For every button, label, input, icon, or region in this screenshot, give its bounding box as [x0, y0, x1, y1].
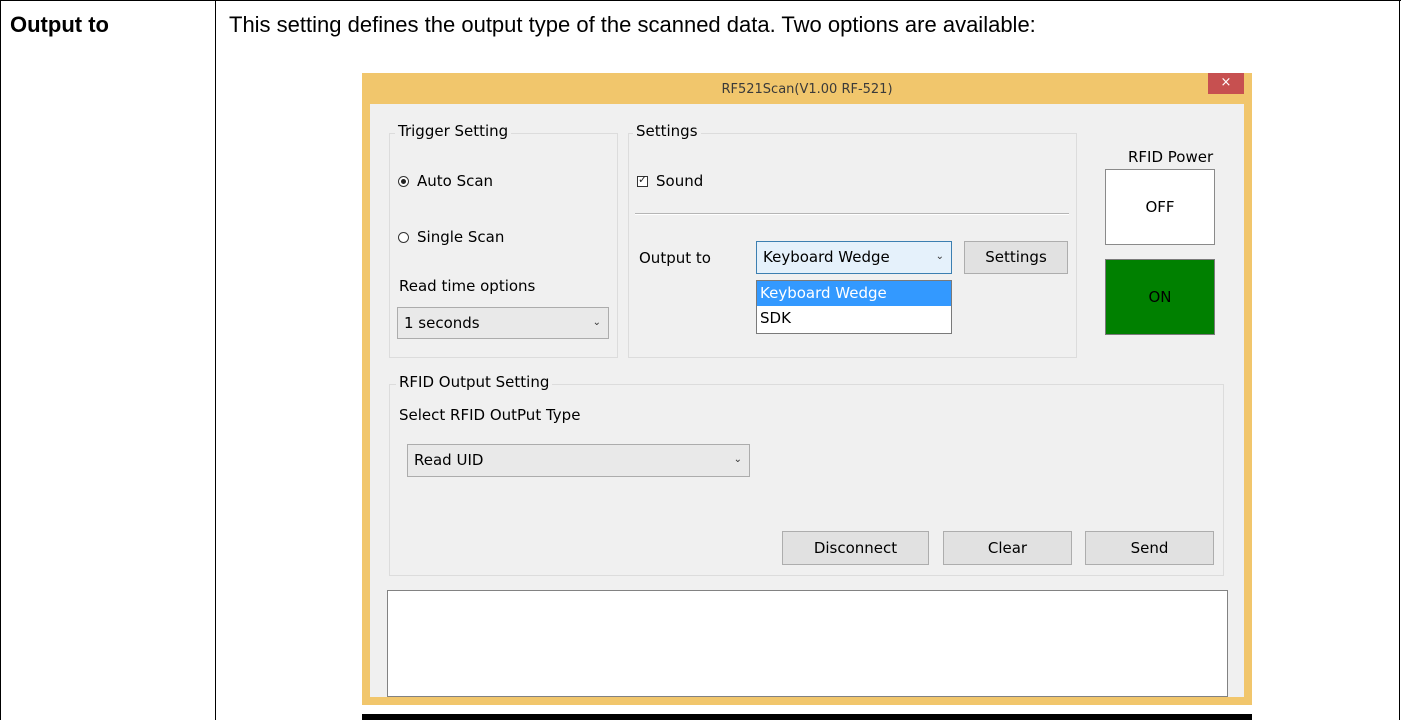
radio-unselected-icon — [398, 232, 409, 243]
sound-label: Sound — [656, 172, 704, 190]
output-to-select[interactable]: Keyboard Wedge ⌄ — [756, 241, 952, 274]
rfid-power-on-button[interactable]: ON — [1105, 259, 1215, 335]
row-label: Output to — [10, 12, 109, 37]
trigger-setting-title: Trigger Setting — [395, 122, 512, 140]
settings-separator — [635, 213, 1069, 215]
rfid-power-off-button[interactable]: OFF — [1105, 169, 1215, 245]
table-column-divider — [215, 0, 216, 720]
table-left-border — [0, 0, 1, 720]
single-scan-radio[interactable]: Single Scan — [398, 228, 504, 246]
dropdown-option-sdk[interactable]: SDK — [757, 306, 951, 331]
output-textarea[interactable] — [387, 590, 1228, 697]
chevron-down-icon: ⌄ — [935, 251, 944, 262]
chevron-down-icon: ⌄ — [592, 317, 601, 328]
sound-checkbox[interactable]: Sound — [637, 172, 703, 190]
read-time-value: 1 seconds — [404, 314, 480, 332]
disconnect-button[interactable]: Disconnect — [782, 531, 929, 565]
settings-group-title: Settings — [633, 122, 701, 140]
rfid-output-type-select[interactable]: Read UID ⌄ — [407, 444, 750, 477]
radio-selected-icon — [398, 176, 409, 187]
window-bottom-edge — [362, 714, 1252, 720]
output-to-label: Output to — [639, 249, 711, 267]
rfid-power-on-label: ON — [1148, 288, 1172, 306]
dropdown-option-keyboard-wedge[interactable]: Keyboard Wedge — [757, 281, 951, 306]
checkbox-checked-icon — [637, 173, 648, 187]
single-scan-label: Single Scan — [417, 228, 505, 246]
table-top-border — [0, 0, 1401, 1]
rfid-output-type-label: Select RFID OutPut Type — [399, 406, 581, 424]
rfid-output-type-value: Read UID — [414, 451, 484, 469]
close-icon[interactable]: × — [1208, 73, 1244, 94]
output-to-value: Keyboard Wedge — [763, 248, 890, 266]
read-time-label: Read time options — [399, 277, 536, 295]
app-window: RF521Scan(V1.00 RF-521) × Trigger Settin… — [362, 73, 1252, 705]
row-description: This setting defines the output type of … — [229, 12, 1036, 37]
rfid-output-title: RFID Output Setting — [396, 373, 553, 391]
rfid-power-label: RFID Power — [1128, 148, 1214, 166]
window-client-area: Trigger Setting Auto Scan Single Scan Re… — [370, 104, 1244, 697]
auto-scan-label: Auto Scan — [417, 172, 494, 190]
read-time-select[interactable]: 1 seconds ⌄ — [397, 307, 609, 339]
settings-button[interactable]: Settings — [964, 241, 1068, 274]
chevron-down-icon: ⌄ — [733, 454, 742, 465]
clear-button[interactable]: Clear — [943, 531, 1072, 565]
output-to-dropdown: Keyboard Wedge SDK — [756, 280, 952, 334]
window-title: RF521Scan(V1.00 RF-521) — [721, 82, 893, 97]
rfid-power-off-label: OFF — [1145, 198, 1175, 216]
table-right-border — [1399, 0, 1400, 720]
auto-scan-radio[interactable]: Auto Scan — [398, 172, 493, 190]
send-button[interactable]: Send — [1085, 531, 1214, 565]
